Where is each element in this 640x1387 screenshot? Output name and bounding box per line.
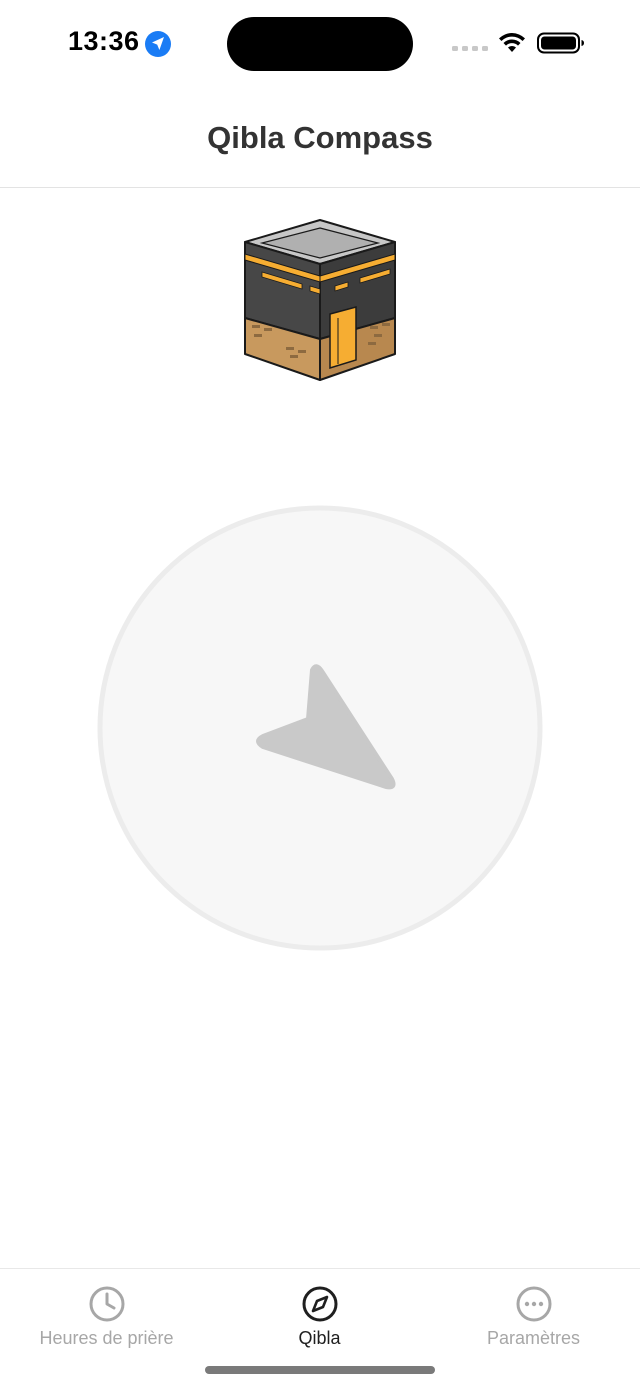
qibla-screen: 13:36 Qibla Compass Heures de prière Qib…	[0, 0, 640, 1387]
clock-icon	[89, 1286, 124, 1322]
dynamic-island	[227, 17, 413, 71]
status-bar: 13:36	[0, 0, 640, 90]
compass-dial	[97, 505, 543, 951]
tab-prayer-times-label: Heures de prière	[39, 1328, 174, 1348]
kaaba-icon	[244, 219, 396, 381]
tab-settings-label: Paramètres	[486, 1328, 581, 1348]
page-title: Qibla Compass	[207, 120, 433, 155]
tab-qibla-label: Qibla	[298, 1328, 341, 1348]
status-time: 13:36	[68, 26, 140, 56]
more-icon	[516, 1286, 551, 1322]
navigation-bar: Qibla Compass	[0, 90, 640, 188]
cellular-signal-icon	[452, 46, 488, 51]
tab-settings[interactable]: Paramètres	[427, 1269, 640, 1359]
battery-icon	[537, 32, 584, 54]
wifi-icon	[499, 33, 525, 52]
tab-qibla[interactable]: Qibla	[213, 1269, 426, 1359]
compass-icon	[302, 1286, 337, 1322]
home-indicator[interactable]	[205, 1366, 435, 1374]
tab-prayer-times[interactable]: Heures de prière	[0, 1269, 213, 1359]
location-arrow-icon	[145, 31, 171, 57]
